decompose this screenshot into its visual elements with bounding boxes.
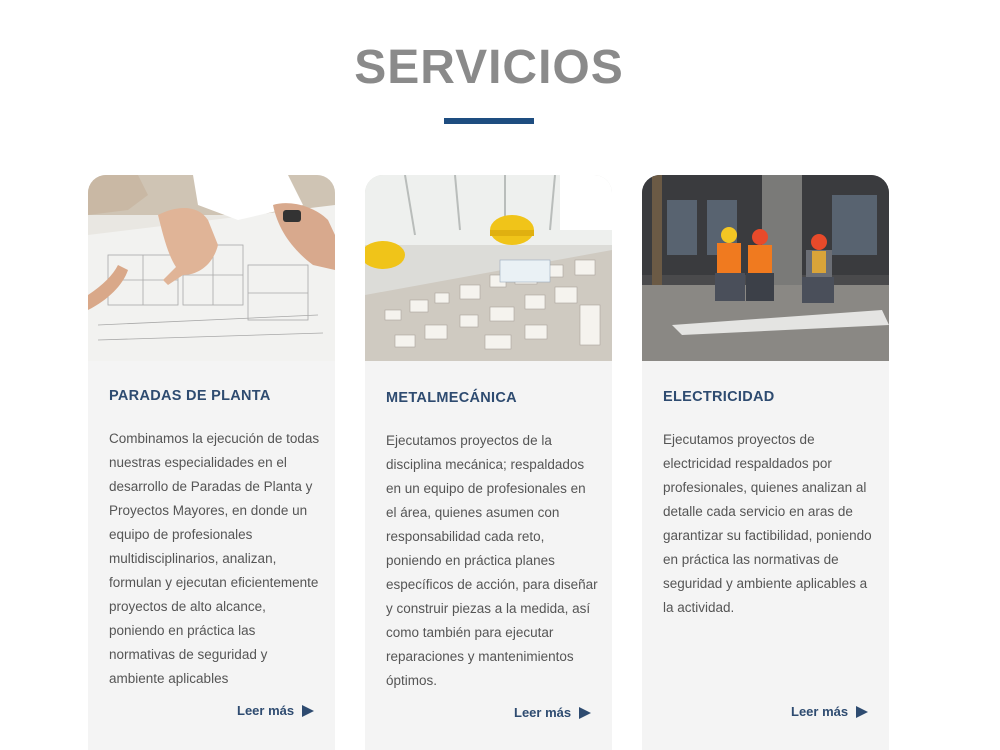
card-image-blueprints bbox=[88, 175, 335, 361]
card-image-architectural-model bbox=[365, 175, 612, 361]
card-image-workers bbox=[642, 175, 889, 361]
service-card-paradas: PARADAS DE PLANTA Combinamos la ejecució… bbox=[88, 175, 335, 750]
title-underline bbox=[444, 118, 534, 124]
read-more-label: Leer más bbox=[514, 705, 572, 720]
service-card-metalmecanica: METALMECÁNICA Ejecutamos proyectos de la… bbox=[365, 175, 612, 750]
read-more-link[interactable]: Leer más bbox=[237, 703, 315, 718]
play-arrow-icon bbox=[302, 704, 315, 717]
service-card-electricidad: ELECTRICIDAD Ejecutamos proyectos de ele… bbox=[642, 175, 889, 750]
card-title: METALMECÁNICA bbox=[386, 390, 517, 406]
read-more-label: Leer más bbox=[237, 703, 295, 718]
card-title: PARADAS DE PLANTA bbox=[109, 388, 271, 404]
card-description: Ejecutamos proyectos de la disciplina me… bbox=[386, 433, 598, 688]
read-more-label: Leer más bbox=[791, 704, 849, 719]
card-description: Ejecutamos proyectos de electricidad res… bbox=[663, 432, 872, 615]
read-more-link[interactable]: Leer más bbox=[514, 705, 592, 720]
read-more-link[interactable]: Leer más bbox=[791, 704, 869, 719]
card-description: Combinamos la ejecución de todas nuestra… bbox=[109, 431, 320, 686]
play-arrow-icon bbox=[856, 705, 869, 718]
card-title: ELECTRICIDAD bbox=[663, 389, 775, 405]
section-title: SERVICIOS bbox=[354, 41, 624, 94]
play-arrow-icon bbox=[579, 706, 592, 719]
services-section: SERVICIOS PARADAS DE PLANTA Combinamos l… bbox=[0, 0, 1000, 750]
